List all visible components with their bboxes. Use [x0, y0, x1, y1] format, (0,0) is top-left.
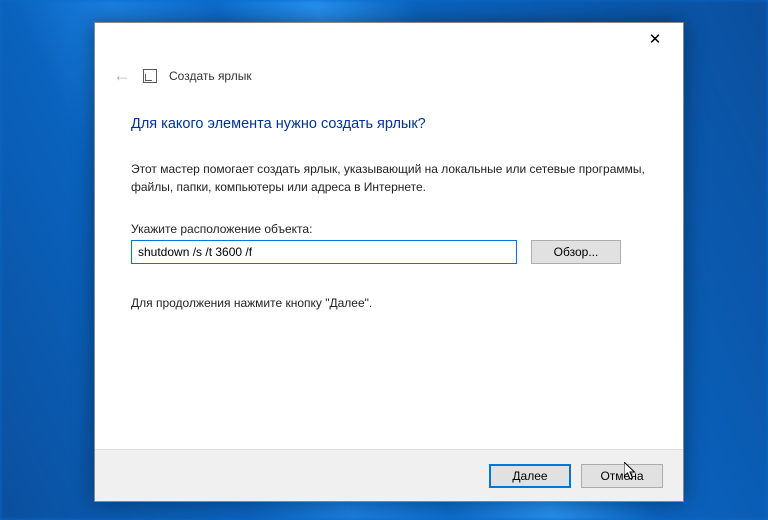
location-row: Обзор... — [131, 240, 647, 264]
shortcut-icon — [143, 69, 157, 83]
cancel-button[interactable]: Отмена — [581, 464, 663, 488]
description-text: Этот мастер помогает создать ярлык, указ… — [131, 160, 647, 196]
next-button[interactable]: Далее — [489, 464, 571, 488]
header-row: ← Создать ярлык — [95, 53, 683, 90]
question-heading: Для какого элемента нужно создать ярлык? — [131, 116, 647, 132]
browse-button[interactable]: Обзор... — [531, 240, 621, 264]
titlebar: ✕ — [95, 23, 683, 53]
location-label: Укажите расположение объекта: — [131, 222, 647, 236]
create-shortcut-dialog: ✕ ← Создать ярлык Для какого элемента ну… — [94, 22, 684, 502]
close-icon: ✕ — [649, 30, 662, 48]
back-arrow-icon[interactable]: ← — [113, 65, 131, 86]
dialog-body: Для какого элемента нужно создать ярлык?… — [95, 90, 683, 449]
location-input[interactable] — [131, 240, 517, 264]
continue-hint: Для продолжения нажмите кнопку "Далее". — [131, 296, 647, 310]
close-button[interactable]: ✕ — [635, 25, 675, 53]
wizard-title: Создать ярлык — [169, 69, 252, 83]
dialog-footer: Далее Отмена — [95, 449, 683, 501]
